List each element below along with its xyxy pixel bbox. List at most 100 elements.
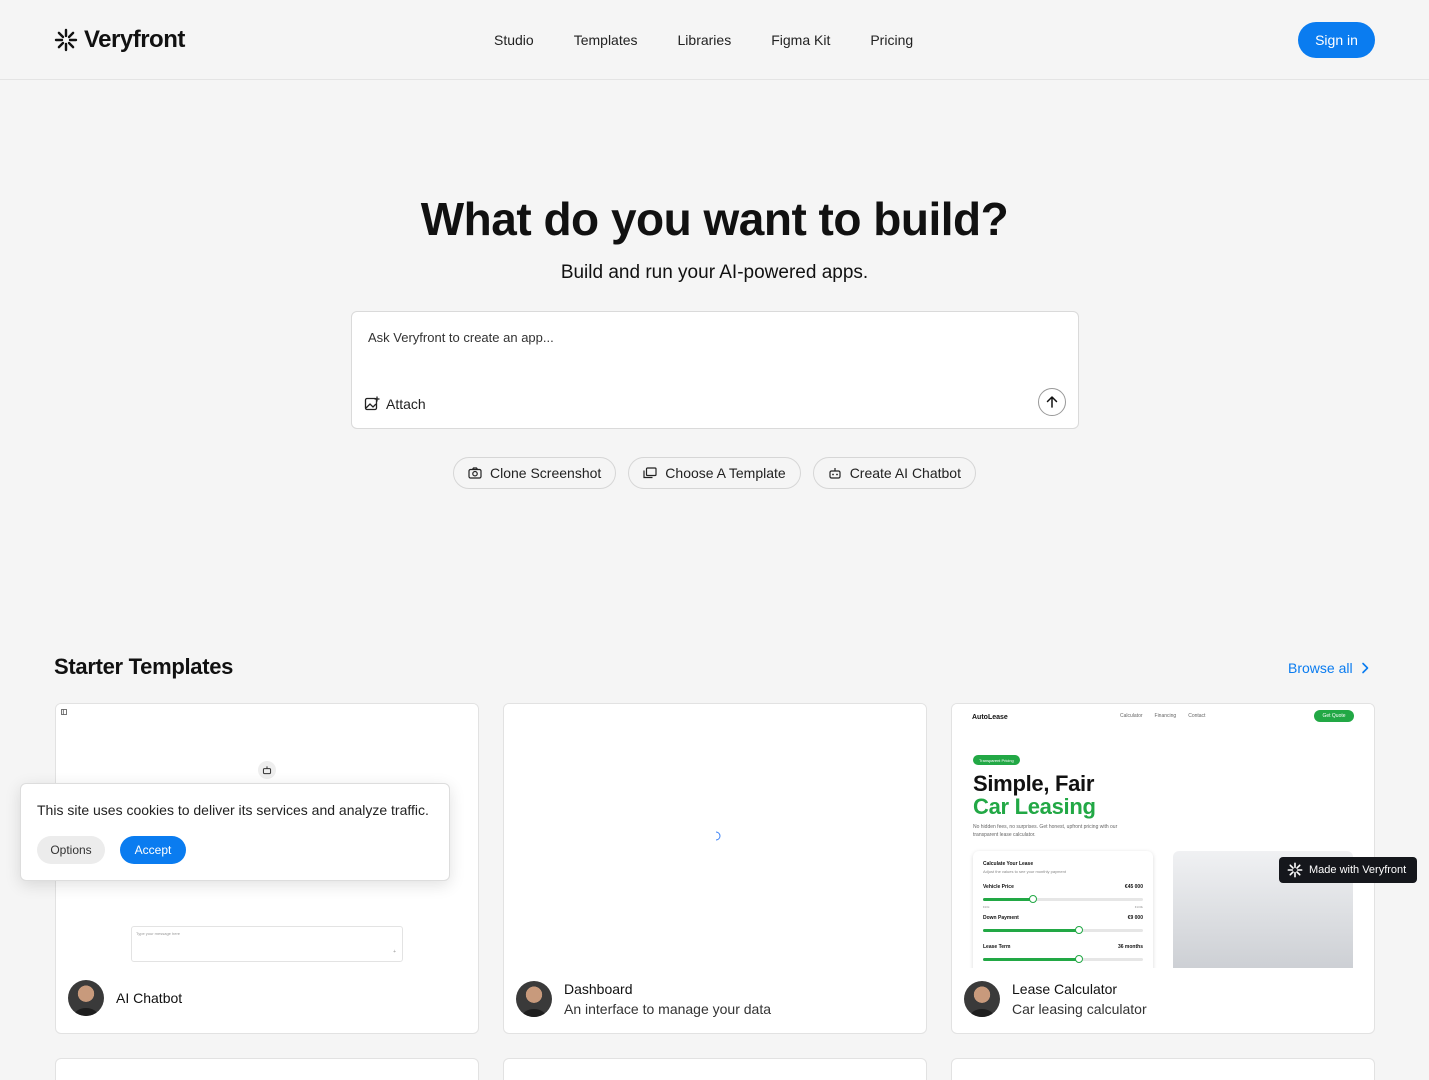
clone-screenshot-chip[interactable]: Clone Screenshot: [453, 457, 617, 489]
preview-link: Financing: [1154, 713, 1177, 719]
slider-track: [983, 955, 1143, 963]
preview-brand: AutoLease: [972, 713, 1008, 721]
template-card-dashboard[interactable]: Dashboard An interface to manage your da…: [503, 703, 927, 1034]
avatar: [964, 981, 1000, 1017]
image-plus-icon: [364, 396, 380, 411]
avatar: [516, 981, 552, 1017]
slider-fill: [983, 958, 1079, 961]
slider-fill: [983, 929, 1079, 932]
send-icon: +: [393, 949, 396, 955]
card-title: Lease Calculator: [1012, 981, 1118, 997]
card-meta: AI Chatbot: [68, 980, 182, 1016]
browse-all-link[interactable]: Browse all: [1288, 660, 1369, 676]
preview-calculator: Calculate Your Lease Adjust the values t…: [973, 851, 1153, 968]
nav-studio[interactable]: Studio: [494, 31, 534, 49]
brand-logo[interactable]: Veryfront: [54, 26, 185, 54]
cookie-banner: This site uses cookies to deliver its se…: [20, 783, 450, 881]
arrow-up-icon: [1046, 396, 1058, 408]
slider-track: [983, 895, 1143, 903]
nav-pricing[interactable]: Pricing: [870, 31, 913, 49]
create-chatbot-chip[interactable]: Create AI Chatbot: [812, 457, 976, 489]
template-preview: [504, 704, 926, 968]
preview-link: Calculator: [1120, 713, 1143, 719]
hero-subtitle: Build and run your AI-powered apps.: [560, 262, 869, 283]
preview-cta: Get Quote: [1314, 710, 1354, 722]
browse-all-label: Browse all: [1288, 660, 1353, 676]
sign-in-button[interactable]: Sign in: [1298, 22, 1375, 58]
main-nav: Studio Templates Libraries Figma Kit Pri…: [494, 31, 913, 49]
avatar: [68, 980, 104, 1016]
template-card[interactable]: [503, 1058, 927, 1080]
calc-row: Vehicle Price €45 000: [983, 884, 1143, 890]
preview-heading-line-2: Car Leasing: [973, 794, 1096, 819]
nav-figma-kit[interactable]: Figma Kit: [771, 31, 830, 49]
cookie-options-button[interactable]: Options: [37, 836, 105, 864]
calc-value: €45 000: [1124, 884, 1143, 890]
cookie-text: This site uses cookies to deliver its se…: [37, 802, 429, 818]
calc-row: Lease Term 36 months: [983, 944, 1143, 950]
sparkle-asterisk-icon: [1287, 862, 1303, 878]
calc-label: Down Payment: [983, 915, 1019, 921]
attach-button[interactable]: Attach: [364, 396, 426, 412]
calc-label: Lease Term: [983, 944, 1011, 950]
prompt-input[interactable]: [368, 330, 1028, 360]
card-title: AI Chatbot: [116, 990, 183, 1006]
slider-fill: [983, 898, 1033, 901]
chevron-right-icon: [1361, 662, 1368, 674]
camera-icon: [468, 467, 482, 479]
bot-avatar: [258, 761, 276, 779]
slider-knob: [1075, 955, 1083, 963]
preview-link: Contact: [1188, 713, 1206, 719]
sidebar-toggle-icon: [61, 709, 67, 715]
chip-label: Choose A Template: [665, 465, 786, 481]
made-with-badge[interactable]: Made with Veryfront: [1279, 857, 1417, 883]
card-title: Dashboard: [564, 981, 633, 997]
hero-title: What do you want to build?: [420, 193, 1009, 245]
calc-label: Vehicle Price: [983, 884, 1014, 890]
robot-icon: [829, 468, 841, 479]
slider-max: €100k: [1134, 905, 1143, 909]
chip-label: Create AI Chatbot: [849, 465, 961, 481]
preview-heading-line-1: Simple, Fair: [973, 771, 1095, 796]
loading-spinner-icon: [715, 831, 721, 841]
card-description: Car leasing calculator: [1012, 1001, 1147, 1017]
slider-range: €20k €100k: [983, 905, 1143, 909]
chat-input-placeholder: Type your message here: [136, 931, 181, 936]
send-button[interactable]: [1038, 388, 1066, 416]
calc-subtitle: Adjust the values to see your monthly pa…: [983, 869, 1066, 874]
chip-label: Clone Screenshot: [490, 465, 602, 481]
preview-links: Calculator Financing Contact: [1120, 713, 1205, 719]
calc-value: €9 000: [1127, 915, 1143, 921]
brand-name: Veryfront: [84, 26, 185, 53]
nav-libraries[interactable]: Libraries: [678, 31, 732, 49]
cookie-accept-button[interactable]: Accept: [120, 836, 186, 864]
attach-label: Attach: [386, 396, 426, 412]
preview-badge: Transparent Pricing: [973, 755, 1020, 765]
nav-templates[interactable]: Templates: [574, 31, 638, 49]
robot-icon: [262, 766, 272, 775]
slider-track: [983, 926, 1143, 934]
quick-actions: Clone Screenshot Choose A Template Creat…: [0, 457, 1429, 489]
template-card[interactable]: [951, 1058, 1375, 1080]
sparkle-asterisk-icon: [54, 28, 78, 52]
starter-templates-title: Starter Templates: [54, 654, 234, 679]
slider-knob: [1075, 926, 1083, 934]
template-card[interactable]: [55, 1058, 479, 1080]
site-header: Veryfront Studio Templates Libraries Fig…: [0, 0, 1429, 80]
choose-template-chip[interactable]: Choose A Template: [628, 457, 801, 489]
slider-knob: [1028, 895, 1037, 903]
preview-paragraph: No hidden fees, no surprises. Get honest…: [973, 824, 1118, 838]
prompt-box: Attach: [351, 311, 1079, 429]
chat-input-preview: Type your message here +: [131, 926, 403, 962]
card-description: An interface to manage your data: [564, 1001, 772, 1017]
slider-min: €20k: [983, 905, 990, 909]
calc-row: Down Payment €9 000: [983, 915, 1143, 921]
template-icon: [643, 467, 657, 479]
made-with-label: Made with Veryfront: [1309, 864, 1407, 876]
template-preview: AutoLease Calculator Financing Contact G…: [952, 704, 1374, 968]
card-meta: Dashboard An interface to manage your da…: [516, 981, 771, 1017]
card-meta: Lease Calculator Car leasing calculator: [964, 981, 1147, 1017]
calc-value: 36 months: [1117, 944, 1143, 950]
calc-title: Calculate Your Lease: [983, 861, 1034, 867]
preview-heading: Simple, Fair Car Leasing: [973, 772, 1096, 818]
